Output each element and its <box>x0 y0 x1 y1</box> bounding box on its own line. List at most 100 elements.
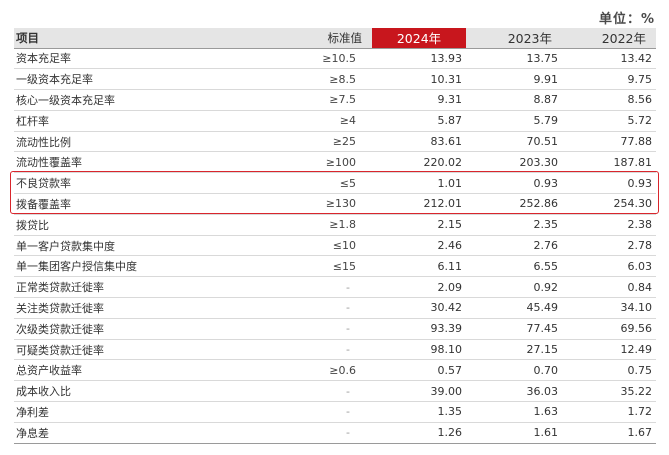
table-row: 一级资本充足率 ≥8.5 10.31 9.91 9.75 <box>14 68 656 91</box>
row-value-2024: 1.01 <box>372 172 466 195</box>
row-standard: - <box>278 422 372 444</box>
row-value-2023: 252.86 <box>466 193 562 215</box>
row-standard: ≥130 <box>278 193 372 215</box>
row-name: 单一客户贷款集中度 <box>14 235 278 257</box>
row-standard: - <box>278 276 372 299</box>
row-value-2023: 2.35 <box>466 214 562 236</box>
row-standard: - <box>278 401 372 423</box>
row-name: 流动性比例 <box>14 131 278 153</box>
table-body: 资本充足率 ≥10.5 13.93 13.75 13.42 一级资本充足率 ≥8.5 10.3… <box>14 48 656 444</box>
row-value-2024: 30.42 <box>372 297 466 319</box>
row-value-2022: 0.75 <box>562 359 656 382</box>
table-row: 正常类贷款迁徙率 -2.09 0.92 0.84 <box>14 276 656 299</box>
row-value-2023: 36.03 <box>466 380 562 403</box>
row-name: 拨贷比 <box>14 214 278 236</box>
row-value-2024: 2.09 <box>372 276 466 299</box>
row-standard: ≥7.5 <box>278 89 372 111</box>
table-row: 流动性覆盖率 ≥100 220.02 203.30 187.81 <box>14 151 656 174</box>
table-row: 净息差 -1.26 1.61 1.67 <box>14 422 656 444</box>
row-standard: - <box>278 380 372 403</box>
row-value-2023: 6.55 <box>466 255 562 278</box>
table-row: 流动性比例 ≥25 83.61 70.51 77.88 <box>14 131 656 153</box>
row-value-2023: 27.15 <box>466 339 562 361</box>
row-value-2023: 0.92 <box>466 276 562 299</box>
table-header-row: 项目 标准值 2024年 2023年 2022年 <box>14 28 656 49</box>
row-value-2022: 6.03 <box>562 255 656 278</box>
row-value-2024: 13.93 <box>372 48 466 70</box>
row-name: 净利差 <box>14 401 278 423</box>
row-standard: ≤15 <box>278 255 372 278</box>
row-standard: ≥1.8 <box>278 214 372 236</box>
row-standard: ≥10.5 <box>278 48 372 70</box>
row-name: 净息差 <box>14 422 278 444</box>
row-standard: ≥8.5 <box>278 68 372 91</box>
row-name: 成本收入比 <box>14 380 278 403</box>
table-row: 单一客户贷款集中度 ≤10 2.46 2.76 2.78 <box>14 235 656 257</box>
row-value-2024: 1.26 <box>372 422 466 444</box>
row-value-2023: 2.76 <box>466 235 562 257</box>
table-row: 可疑类贷款迁徙率 -98.10 27.15 12.49 <box>14 339 656 361</box>
row-value-2023: 13.75 <box>466 48 562 70</box>
row-name: 正常类贷款迁徙率 <box>14 276 278 299</box>
row-value-2024: 0.57 <box>372 359 466 382</box>
row-standard: - <box>278 318 372 340</box>
row-value-2022: 1.72 <box>562 401 656 423</box>
table-row: 拨备覆盖率 ≥130 212.01 252.86 254.30 <box>14 193 656 215</box>
row-value-2023: 8.87 <box>466 89 562 111</box>
row-value-2022: 34.10 <box>562 297 656 319</box>
row-standard: - <box>278 297 372 319</box>
row-value-2024: 83.61 <box>372 131 466 153</box>
row-name: 拨备覆盖率 <box>14 193 278 215</box>
row-value-2023: 0.93 <box>466 172 562 195</box>
table-row: 单一集团客户授信集中度 ≤15 6.11 6.55 6.03 <box>14 255 656 278</box>
row-value-2022: 0.84 <box>562 276 656 299</box>
row-value-2022: 5.72 <box>562 110 656 132</box>
row-value-2022: 12.49 <box>562 339 656 361</box>
table-row: 关注类贷款迁徙率 -30.42 45.49 34.10 <box>14 297 656 319</box>
row-value-2024: 98.10 <box>372 339 466 361</box>
row-standard: ≥100 <box>278 151 372 174</box>
row-name: 杠杆率 <box>14 110 278 132</box>
row-name: 资本充足率 <box>14 48 278 70</box>
row-value-2023: 77.45 <box>466 318 562 340</box>
row-value-2022: 2.38 <box>562 214 656 236</box>
row-value-2023: 203.30 <box>466 151 562 174</box>
row-value-2024: 5.87 <box>372 110 466 132</box>
row-standard: - <box>278 339 372 361</box>
row-value-2022: 0.93 <box>562 172 656 195</box>
row-standard: ≥4 <box>278 110 372 132</box>
table-row: 拨贷比 ≥1.8 2.15 2.35 2.38 <box>14 214 656 236</box>
regulatory-indicators-table: 项目 标准值 2024年 2023年 2022年 资本充足率 ≥10.5 13.93… <box>14 28 656 444</box>
table-row: 成本收入比 -39.00 36.03 35.22 <box>14 380 656 403</box>
table-row: 核心一级资本充足率 ≥7.5 9.31 8.87 8.56 <box>14 89 656 111</box>
row-value-2022: 13.42 <box>562 48 656 70</box>
row-name: 总资产收益率 <box>14 359 278 382</box>
row-value-2023: 70.51 <box>466 131 562 153</box>
table-row: 次级类贷款迁徙率 -93.39 77.45 69.56 <box>14 318 656 340</box>
header-year-2023: 2023年 <box>466 28 562 49</box>
row-value-2022: 77.88 <box>562 131 656 153</box>
row-value-2024: 2.15 <box>372 214 466 236</box>
row-name: 次级类贷款迁徙率 <box>14 318 278 340</box>
table-row: 资本充足率 ≥10.5 13.93 13.75 13.42 <box>14 48 656 70</box>
row-value-2022: 9.75 <box>562 68 656 91</box>
row-value-2024: 2.46 <box>372 235 466 257</box>
row-value-2022: 8.56 <box>562 89 656 111</box>
header-standard: 标准值 <box>278 28 372 49</box>
table-row: 不良贷款率 ≤5 1.01 0.93 0.93 <box>14 172 656 195</box>
row-value-2024: 212.01 <box>372 193 466 215</box>
row-standard: ≤5 <box>278 172 372 195</box>
row-name: 可疑类贷款迁徙率 <box>14 339 278 361</box>
row-value-2024: 39.00 <box>372 380 466 403</box>
row-value-2022: 1.67 <box>562 422 656 444</box>
row-value-2024: 1.35 <box>372 401 466 423</box>
row-value-2024: 10.31 <box>372 68 466 91</box>
row-value-2023: 1.63 <box>466 401 562 423</box>
row-standard: ≥0.6 <box>278 359 372 382</box>
unit-label: 单位：% <box>598 12 655 27</box>
row-value-2023: 9.91 <box>466 68 562 91</box>
row-value-2023: 45.49 <box>466 297 562 319</box>
row-value-2024: 220.02 <box>372 151 466 174</box>
row-name: 不良贷款率 <box>14 172 278 195</box>
row-value-2022: 35.22 <box>562 380 656 403</box>
